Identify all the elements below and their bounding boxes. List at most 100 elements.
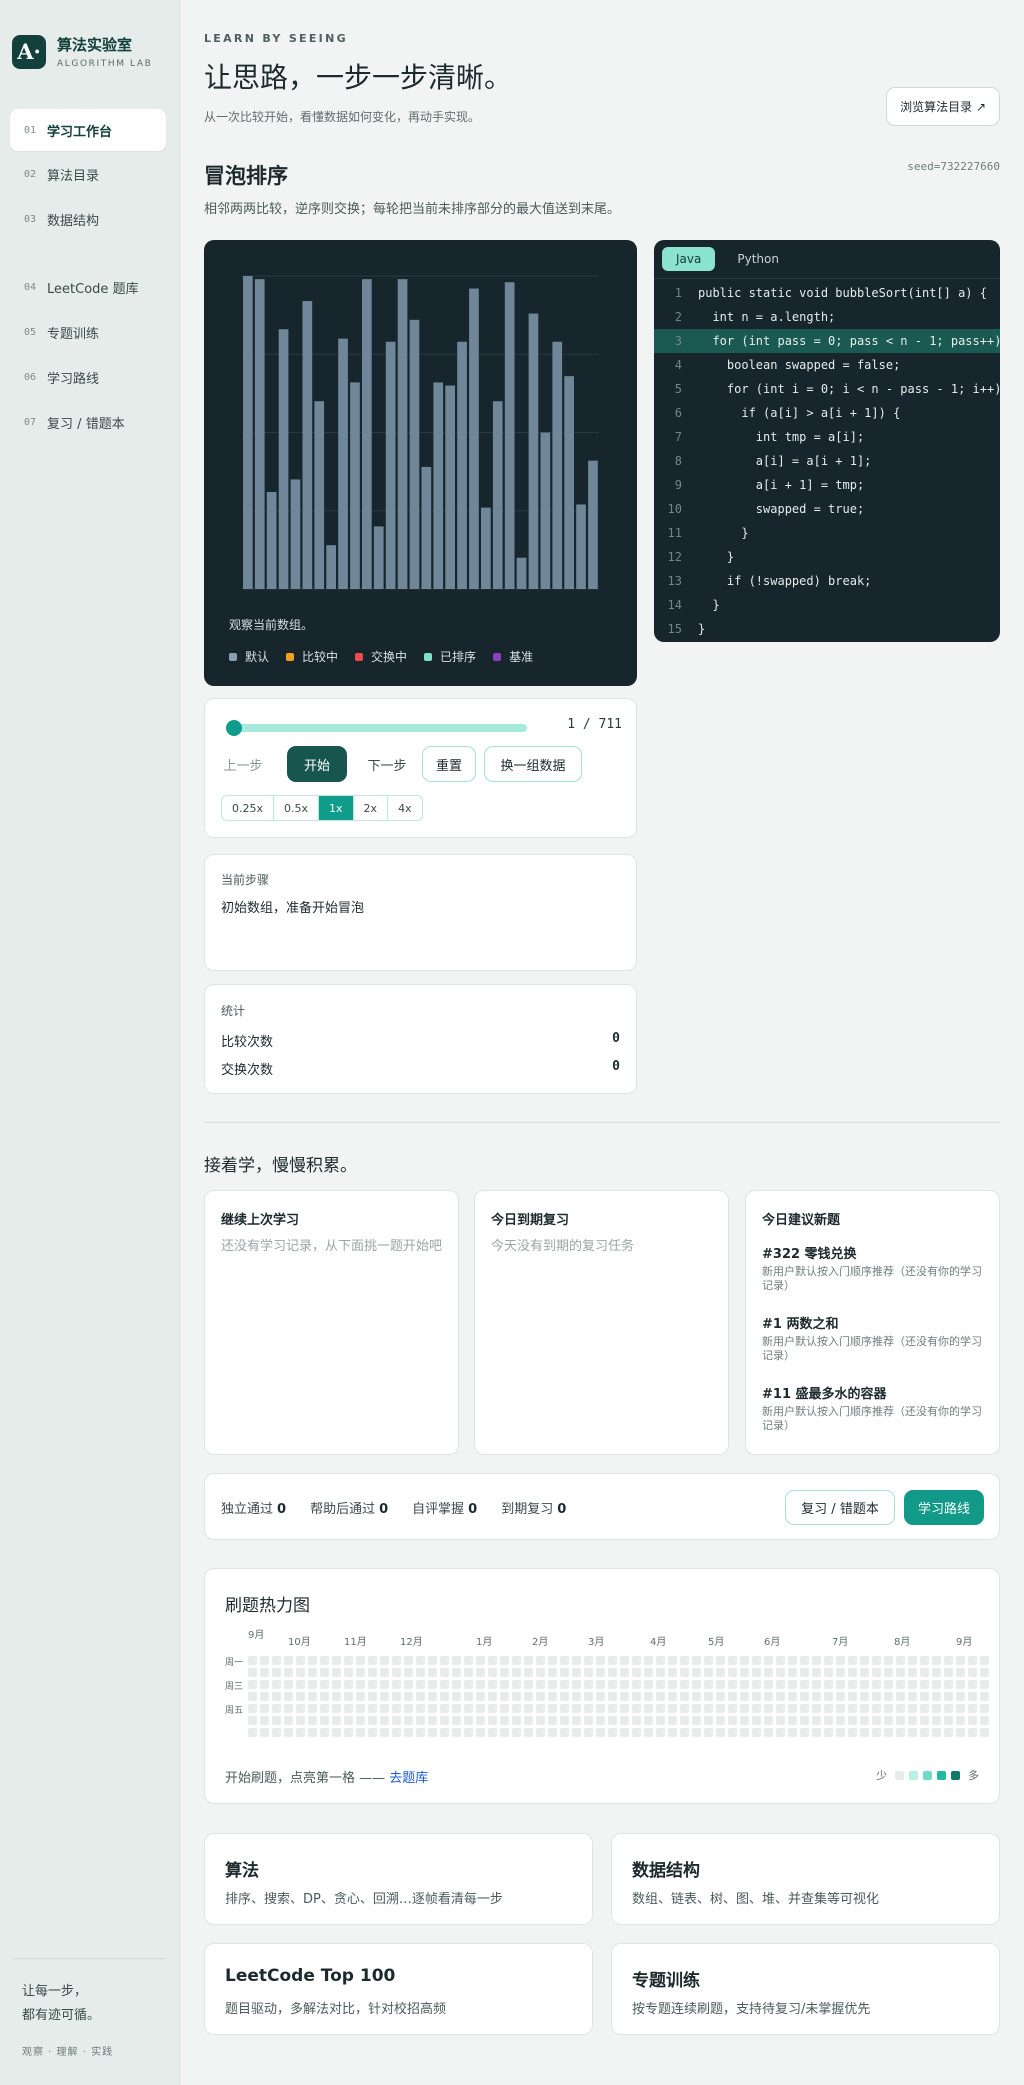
heatmap-cell[interactable] [296,1656,305,1665]
heatmap-cell[interactable] [860,1692,869,1701]
heatmap-cell[interactable] [452,1680,461,1689]
heatmap-cell[interactable] [416,1728,425,1737]
heatmap-cell[interactable] [584,1716,593,1725]
heatmap-cell[interactable] [692,1668,701,1677]
heatmap-cell[interactable] [452,1728,461,1737]
heatmap-cell[interactable] [296,1704,305,1713]
heatmap-cell[interactable] [728,1680,737,1689]
heatmap-cell[interactable] [956,1680,965,1689]
heatmap-cell[interactable] [788,1680,797,1689]
heatmap-cell[interactable] [872,1668,881,1677]
heatmap-cell[interactable] [548,1656,557,1665]
heatmap-cell[interactable] [344,1656,353,1665]
heatmap-cell[interactable] [740,1692,749,1701]
heatmap-cell[interactable] [248,1728,257,1737]
heatmap-cell[interactable] [656,1716,665,1725]
heatmap-cell[interactable] [704,1692,713,1701]
heatmap-cell[interactable] [524,1680,533,1689]
heatmap-cell[interactable] [548,1668,557,1677]
heatmap-cell[interactable] [584,1704,593,1713]
heatmap-cell[interactable] [548,1728,557,1737]
heatmap-cell[interactable] [824,1692,833,1701]
heatmap-cell[interactable] [248,1680,257,1689]
heatmap-cell[interactable] [572,1728,581,1737]
heatmap-cell[interactable] [308,1704,317,1713]
heatmap-cell[interactable] [752,1704,761,1713]
heatmap-cell[interactable] [404,1704,413,1713]
tab-python[interactable]: Python [723,247,793,271]
heatmap-cell[interactable] [320,1704,329,1713]
heatmap-cell[interactable] [968,1716,977,1725]
heatmap-cell[interactable] [392,1728,401,1737]
heatmap-cell[interactable] [248,1704,257,1713]
heatmap-cell[interactable] [452,1692,461,1701]
heatmap-cell[interactable] [416,1692,425,1701]
heatmap-cell[interactable] [788,1668,797,1677]
heatmap-cell[interactable] [368,1680,377,1689]
heatmap-cell[interactable] [836,1692,845,1701]
heatmap-cell[interactable] [392,1668,401,1677]
heatmap-cell[interactable] [896,1668,905,1677]
heatmap-cell[interactable] [908,1656,917,1665]
heatmap-cell[interactable] [968,1704,977,1713]
heatmap-cell[interactable] [404,1716,413,1725]
heatmap-cell[interactable] [668,1704,677,1713]
speed-025x[interactable]: 0.25x [222,796,275,820]
heatmap-cell[interactable] [884,1704,893,1713]
heatmap-cell[interactable] [596,1668,605,1677]
heatmap-cell[interactable] [512,1680,521,1689]
heatmap-cell[interactable] [332,1716,341,1725]
heatmap-cell[interactable] [896,1680,905,1689]
heatmap-cell[interactable] [812,1692,821,1701]
heatmap-cell[interactable] [800,1668,809,1677]
progress-slider[interactable] [226,720,527,736]
heatmap-cell[interactable] [656,1668,665,1677]
heatmap-cell[interactable] [260,1668,269,1677]
heatmap-cell[interactable] [296,1680,305,1689]
heatmap-cell[interactable] [920,1704,929,1713]
heatmap-cell[interactable] [428,1728,437,1737]
speed-05x[interactable]: 0.5x [274,796,320,820]
heatmap-cell[interactable] [392,1692,401,1701]
heatmap-cell[interactable] [932,1680,941,1689]
heatmap-cell[interactable] [488,1728,497,1737]
heatmap-cell[interactable] [644,1656,653,1665]
heatmap-cell[interactable] [716,1704,725,1713]
heatmap-cell[interactable] [716,1656,725,1665]
heatmap-cell[interactable] [740,1728,749,1737]
heatmap-cell[interactable] [260,1680,269,1689]
heatmap-cell[interactable] [392,1716,401,1725]
heatmap-cell[interactable] [392,1656,401,1665]
heatmap-cell[interactable] [500,1692,509,1701]
nav-item-leetcode[interactable]: 04 LeetCode 题库 [10,266,166,308]
heatmap-cell[interactable] [428,1704,437,1713]
heatmap-cell[interactable] [272,1728,281,1737]
heatmap-cell[interactable] [932,1668,941,1677]
heatmap-cell[interactable] [764,1680,773,1689]
heatmap-cell[interactable] [764,1668,773,1677]
next-step-button[interactable]: 下一步 [359,746,415,782]
heatmap-cell[interactable] [764,1692,773,1701]
heatmap-cell[interactable] [812,1704,821,1713]
heatmap-cell[interactable] [920,1692,929,1701]
heatmap-cell[interactable] [716,1692,725,1701]
heatmap-cell[interactable] [308,1668,317,1677]
heatmap-cell[interactable] [368,1704,377,1713]
heatmap-cell[interactable] [776,1716,785,1725]
heatmap-cell[interactable] [572,1656,581,1665]
heatmap-cell[interactable] [776,1680,785,1689]
heatmap-cell[interactable] [632,1728,641,1737]
heatmap-cell[interactable] [692,1704,701,1713]
heatmap-cell[interactable] [416,1656,425,1665]
heatmap-cell[interactable] [404,1668,413,1677]
heatmap-cell[interactable] [752,1728,761,1737]
heatmap-cell[interactable] [260,1716,269,1725]
heatmap-cell[interactable] [476,1716,485,1725]
heatmap-cell[interactable] [524,1656,533,1665]
category-card-data-structures[interactable]: 数据结构 数组、链表、树、图、堆、并查集等可视化 [611,1833,1000,1925]
heatmap-cell[interactable] [596,1692,605,1701]
heatmap-cell[interactable] [884,1692,893,1701]
heatmap-cell[interactable] [284,1704,293,1713]
heatmap-cell[interactable] [440,1668,449,1677]
heatmap-cell[interactable] [860,1716,869,1725]
